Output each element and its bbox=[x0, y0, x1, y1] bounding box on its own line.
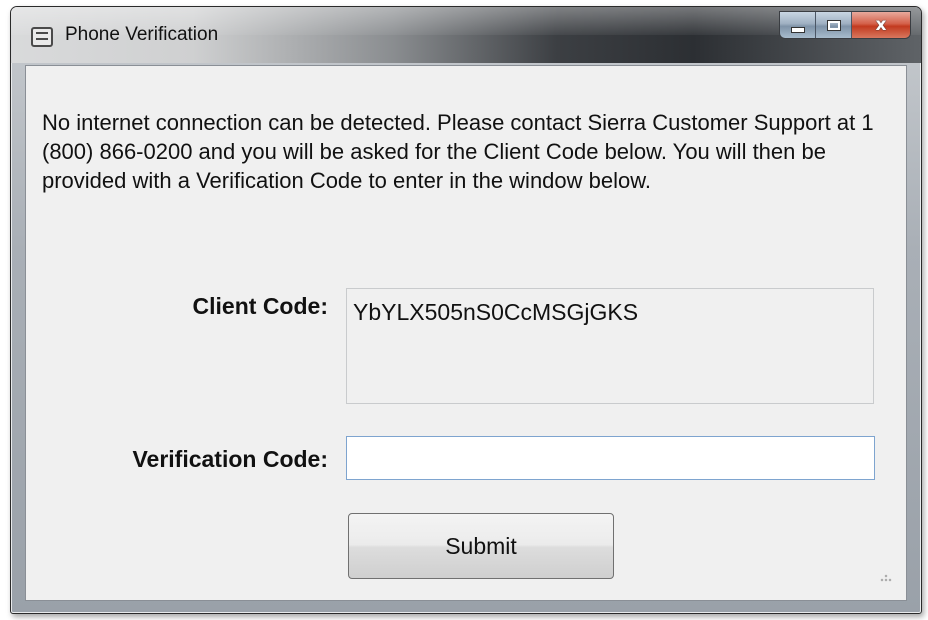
client-code-label: Client Code: bbox=[192, 293, 328, 319]
caption-buttons: x bbox=[779, 11, 911, 39]
instructions-text: No internet connection can be detected. … bbox=[42, 110, 874, 193]
close-icon: x bbox=[875, 15, 887, 35]
maximize-button[interactable] bbox=[816, 12, 852, 38]
resize-grip-icon[interactable] bbox=[880, 570, 892, 582]
verification-code-input[interactable] bbox=[346, 436, 875, 480]
title-bar[interactable]: Phone Verification x bbox=[11, 7, 921, 63]
submit-button[interactable]: Submit bbox=[348, 513, 614, 579]
close-button[interactable]: x bbox=[852, 12, 910, 38]
submit-button-label: Submit bbox=[445, 532, 517, 559]
client-code-value: YbYLX505nS0CcMSGjGKS bbox=[353, 299, 639, 325]
verification-code-label: Verification Code: bbox=[132, 446, 328, 472]
client-code-field[interactable]: YbYLX505nS0CcMSGjGKS bbox=[346, 288, 874, 404]
window-title: Phone Verification bbox=[65, 24, 219, 45]
maximize-icon bbox=[826, 19, 841, 31]
minimize-button[interactable] bbox=[780, 12, 816, 38]
minimize-icon bbox=[790, 27, 805, 33]
app-icon[interactable] bbox=[31, 27, 53, 47]
